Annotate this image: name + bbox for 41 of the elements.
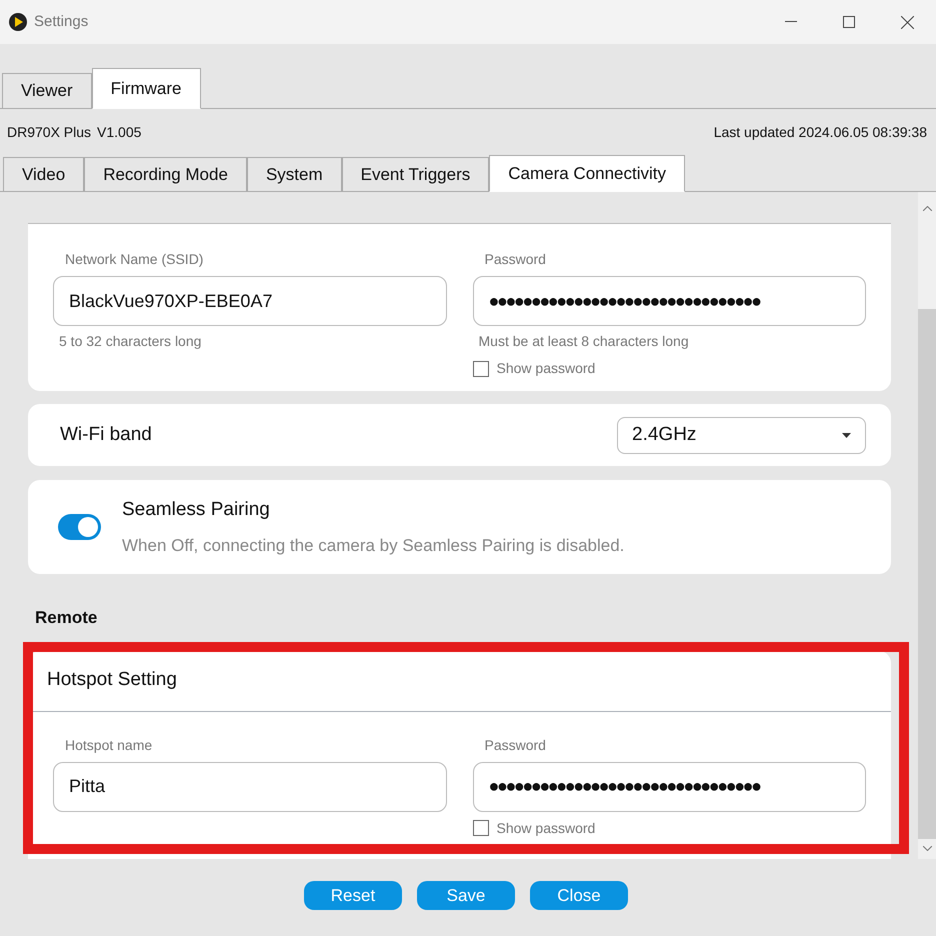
field-label: Network Name (SSID) xyxy=(65,250,204,269)
card-title: Hotspot Setting xyxy=(28,650,891,712)
field-label: Hotspot name xyxy=(65,736,154,755)
scroll-down-icon xyxy=(922,846,932,851)
last-updated: Last updated 2024.06.05 08:39:38 xyxy=(714,122,927,142)
field-label: Password xyxy=(484,736,547,754)
field-label: Password xyxy=(484,250,547,269)
tab[interactable]: Viewer xyxy=(2,73,92,109)
maximize-icon xyxy=(843,16,855,28)
scroll-up-icon xyxy=(922,206,932,211)
app-logo-icon xyxy=(8,12,28,32)
tab[interactable]: Firmware xyxy=(92,68,200,109)
tab[interactable]: System xyxy=(246,157,342,192)
field-hint: 5 to 32 characters long xyxy=(59,332,202,351)
minimize-icon xyxy=(785,21,797,23)
setting-description: When Off, connecting the camera by Seamless Pairing is disabled. xyxy=(122,534,624,556)
firmware-version: V1.005 xyxy=(97,122,142,142)
scroll-thumb[interactable] xyxy=(918,309,936,839)
band-dropdown[interactable]: 2.4GHz xyxy=(617,416,866,454)
checkbox[interactable] xyxy=(472,820,488,836)
checkbox[interactable] xyxy=(472,360,488,376)
window-title: Settings xyxy=(34,12,88,32)
setting-label: Wi-Fi band xyxy=(60,422,152,447)
dropdown-caret-icon xyxy=(842,432,851,438)
section-heading: Remote xyxy=(35,607,98,629)
checkbox-label: Show password xyxy=(496,818,596,838)
input-field[interactable]: ●●●●●●●●●●●●●●●●●●●●●●●●●●●●●●●● xyxy=(472,762,866,812)
toggle-switch[interactable] xyxy=(58,514,101,540)
close-icon xyxy=(900,16,914,28)
tab[interactable]: Camera Connectivity xyxy=(489,155,686,192)
tab[interactable]: Video xyxy=(3,157,84,192)
device-model: DR970X Plus xyxy=(7,122,92,142)
input-field[interactable]: Pitta xyxy=(53,762,446,812)
checkbox-label: Show password xyxy=(496,359,596,378)
input-field[interactable]: ●●●●●●●●●●●●●●●●●●●●●●●●●●●●●●●● xyxy=(472,276,866,326)
scrollbar[interactable] xyxy=(918,192,936,859)
setting-title: Seamless Pairing xyxy=(122,498,271,522)
field-hint: Must be at least 8 characters long xyxy=(478,332,690,351)
tab[interactable]: Event Triggers xyxy=(342,157,490,192)
input-field[interactable]: BlackVue970XP-EBE0A7 xyxy=(53,276,446,326)
tab[interactable]: Recording Mode xyxy=(84,157,247,192)
